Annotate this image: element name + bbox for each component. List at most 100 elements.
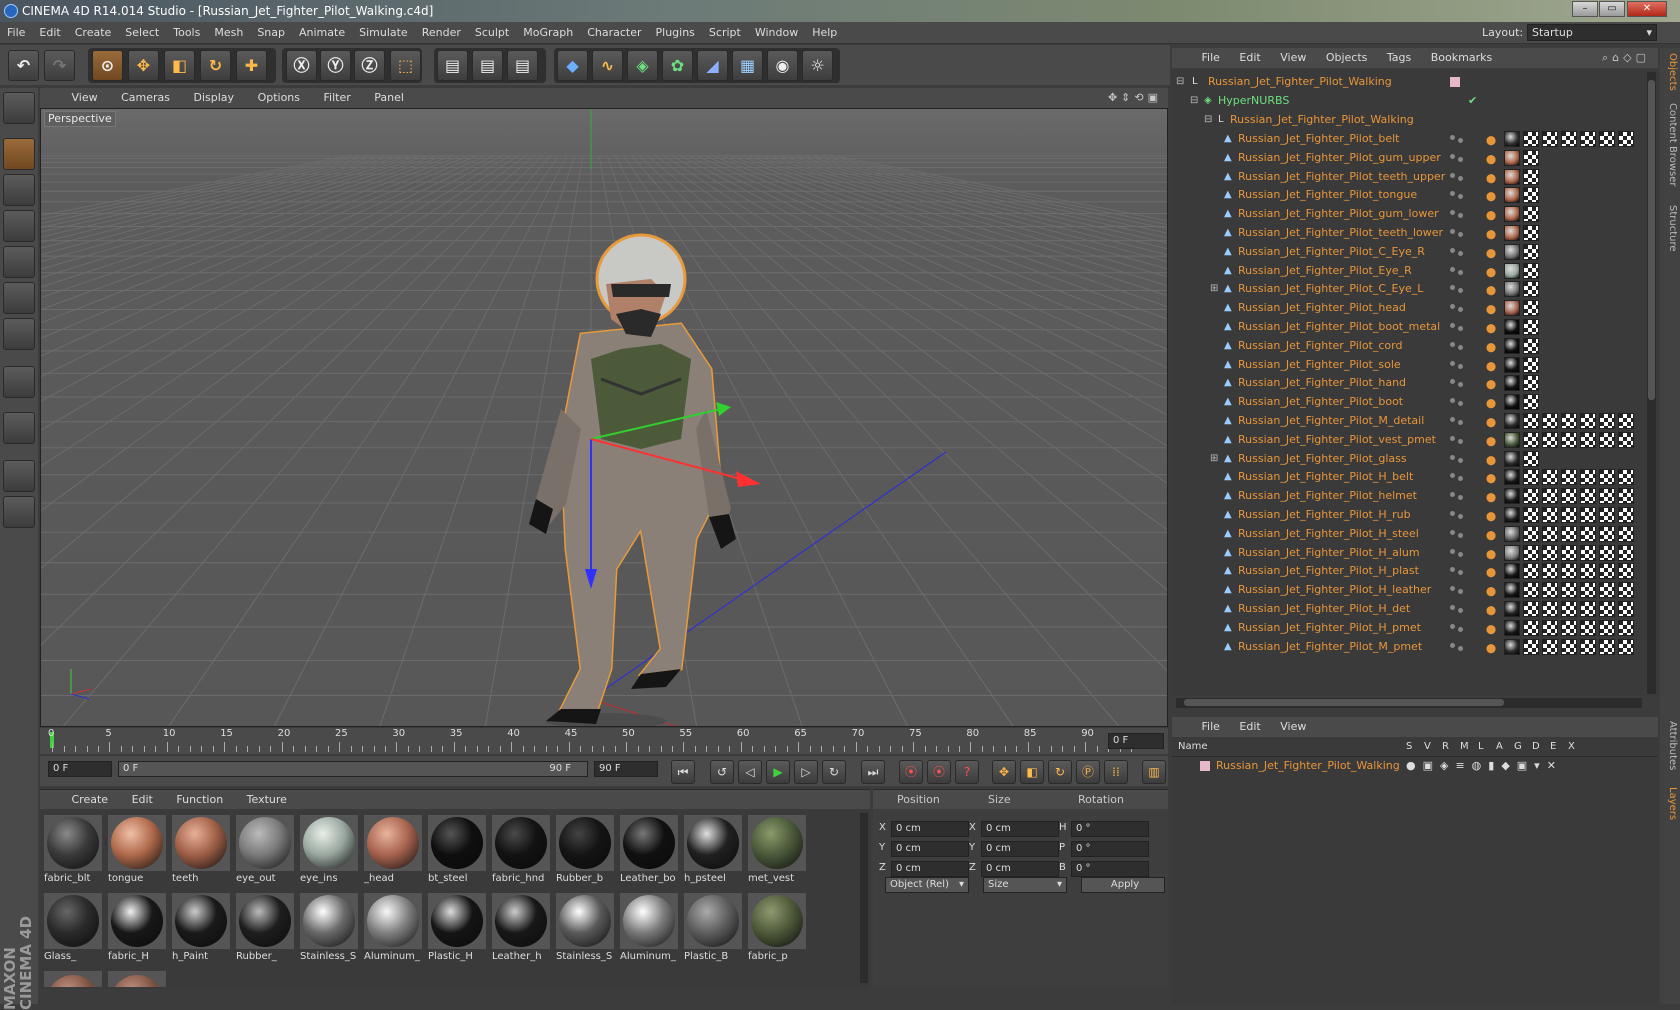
objects-menu-view[interactable]: View — [1272, 48, 1314, 68]
texture-tag-icon[interactable] — [1580, 131, 1596, 147]
phong-tag-icon[interactable]: ⬤ — [1486, 150, 1502, 166]
texture-tag-icon[interactable] — [1580, 544, 1596, 561]
render-view-button[interactable]: ▤ — [437, 50, 468, 81]
camera-icon[interactable]: ◉ — [767, 50, 798, 81]
objects-menu-bookmarks[interactable]: Bookmarks — [1423, 48, 1500, 68]
phong-tag-icon[interactable]: ⬤ — [1486, 601, 1502, 617]
texture-tag-icon[interactable] — [1523, 262, 1539, 279]
coordinate-rot-field[interactable]: 0 ° — [1071, 861, 1149, 877]
visibility-dots[interactable] — [1450, 379, 1466, 388]
material-tag-icon[interactable] — [1504, 582, 1520, 599]
object-row[interactable]: ▲ Russian_Jet_Fighter_Pilot_helmet ⬤ — [1172, 486, 1642, 506]
object-row[interactable]: ▲ Russian_Jet_Fighter_Pilot_M_pmet ⬤ — [1172, 637, 1642, 657]
texture-tag-icon[interactable] — [1618, 413, 1634, 429]
check-icon[interactable]: ✔ — [1468, 91, 1477, 111]
phong-tag-icon[interactable]: ⬤ — [1486, 432, 1502, 448]
end-frame-field[interactable]: 90 F — [594, 761, 658, 777]
texture-tag-icon[interactable] — [1618, 544, 1634, 561]
texture-tag-icon[interactable] — [1618, 469, 1634, 486]
phong-tag-icon[interactable]: ⬤ — [1486, 563, 1502, 579]
texture-tag-icon[interactable] — [1523, 243, 1539, 260]
key-rotation-button[interactable]: ↻ — [1048, 760, 1072, 784]
material-swatch[interactable]: Leather_bo — [618, 813, 680, 887]
visibility-dots[interactable] — [1450, 135, 1466, 143]
visibility-dots[interactable] — [1450, 473, 1466, 482]
texture-tag-icon[interactable] — [1542, 582, 1558, 599]
object-row[interactable]: ▲ Russian_Jet_Fighter_Pilot_vest_pmet ⬤ — [1172, 430, 1642, 450]
phong-tag-icon[interactable]: ⬤ — [1486, 620, 1502, 636]
object-manager-tools[interactable]: ⌕⌂◇▢ — [1602, 48, 1650, 68]
layer-column-header[interactable]: E — [1550, 741, 1556, 752]
layer-column-header[interactable]: R — [1442, 741, 1449, 752]
points-mode-button[interactable] — [3, 246, 35, 278]
material-tag-icon[interactable] — [1504, 206, 1520, 223]
texture-tag-icon[interactable] — [1618, 131, 1634, 147]
coordinate-system-button[interactable]: ⬚ — [390, 50, 421, 81]
phong-tag-icon[interactable]: ⬤ — [1486, 338, 1502, 354]
texture-tag-icon[interactable] — [1542, 601, 1558, 617]
texture-tag-icon[interactable] — [1561, 131, 1577, 147]
expand-icon[interactable]: ⊞ — [1210, 284, 1220, 294]
texture-tag-icon[interactable] — [1618, 525, 1634, 542]
y-axis-lock-button[interactable]: Ⓨ — [320, 50, 351, 81]
material-tag-icon[interactable] — [1504, 488, 1520, 505]
material-tag-icon[interactable] — [1504, 413, 1520, 429]
texture-tag-icon[interactable] — [1523, 488, 1539, 505]
texture-tag-icon[interactable] — [1523, 431, 1539, 448]
phong-tag-icon[interactable]: ⬤ — [1486, 244, 1502, 260]
texture-tag-icon[interactable] — [1580, 582, 1596, 599]
next-key-button[interactable]: ↻ — [822, 760, 846, 784]
texture-tag-icon[interactable] — [1542, 413, 1558, 429]
texture-tag-icon[interactable] — [1561, 544, 1577, 561]
axis-mode-button[interactable] — [3, 366, 35, 398]
object-row[interactable]: ▲ Russian_Jet_Fighter_Pilot_head ⬤ — [1172, 298, 1642, 318]
menu-sculpt[interactable]: Sculpt — [468, 22, 516, 44]
texture-tag-icon[interactable] — [1523, 168, 1539, 185]
material-tag-icon[interactable] — [1504, 225, 1520, 241]
objects-menu-file[interactable]: File — [1194, 48, 1228, 68]
menu-snap[interactable]: Snap — [250, 22, 292, 44]
texture-tag-icon[interactable] — [1599, 413, 1615, 429]
light-icon[interactable]: ☼ — [802, 50, 833, 81]
texture-tag-icon[interactable] — [1580, 431, 1596, 448]
render-settings-button[interactable]: ▤ — [507, 50, 538, 81]
collapse-icon[interactable]: ⊟ — [1176, 77, 1186, 87]
object-row[interactable]: ▲ Russian_Jet_Fighter_Pilot_teeth_lower ⬤ — [1172, 223, 1642, 243]
texture-tag-icon[interactable] — [1561, 563, 1577, 580]
material-tag-icon[interactable] — [1504, 131, 1520, 147]
texture-tag-icon[interactable] — [1523, 582, 1539, 599]
material-swatch[interactable]: Stainless_S — [554, 891, 616, 965]
material-swatch[interactable]: tongue — [106, 813, 168, 887]
texture-tag-icon[interactable] — [1523, 300, 1539, 317]
objects-menu-objects[interactable]: Objects — [1318, 48, 1376, 68]
layers-menu-file[interactable]: File — [1194, 717, 1228, 737]
material-swatch[interactable]: Aluminum_ — [618, 891, 680, 965]
go-to-end-button[interactable]: ⏭ — [861, 760, 885, 784]
texture-tag-icon[interactable] — [1523, 619, 1539, 636]
material-swatch[interactable]: fabric_hnd — [490, 813, 552, 887]
redo-button[interactable]: ↷ — [44, 50, 75, 81]
x-axis-lock-button[interactable]: Ⓧ — [286, 50, 317, 81]
visibility-dots[interactable] — [1450, 191, 1466, 200]
viewport-menu-options[interactable]: Options — [248, 88, 310, 108]
texture-tag-icon[interactable] — [1561, 619, 1577, 636]
undo-button[interactable]: ↶ — [8, 50, 39, 81]
material-tag-icon[interactable] — [1504, 563, 1520, 580]
layer-row[interactable]: Russian_Jet_Fighter_Pilot_Walking ●▣◈≡◍▮… — [1172, 757, 1652, 775]
start-frame-field[interactable]: 0 F — [48, 761, 112, 777]
layer-column-header[interactable]: X — [1568, 741, 1575, 752]
material-tag-icon[interactable] — [1504, 450, 1520, 467]
texture-tag-icon[interactable] — [1561, 525, 1577, 542]
texture-tag-icon[interactable] — [1523, 507, 1539, 523]
texture-tag-icon[interactable] — [1523, 469, 1539, 486]
tab-content-browser[interactable]: Content Browser — [1662, 100, 1678, 190]
texture-tag-icon[interactable] — [1523, 337, 1539, 354]
menu-select[interactable]: Select — [118, 22, 166, 44]
phong-tag-icon[interactable]: ⬤ — [1486, 357, 1502, 373]
menu-help[interactable]: Help — [805, 22, 844, 44]
material-tag-icon[interactable] — [1504, 243, 1520, 260]
object-row[interactable]: ▲ Russian_Jet_Fighter_Pilot_tongue ⬤ — [1172, 185, 1642, 205]
layer-column-header[interactable]: Name — [1178, 741, 1208, 752]
texture-tag-icon[interactable] — [1523, 450, 1539, 467]
visibility-dots[interactable] — [1450, 153, 1466, 162]
